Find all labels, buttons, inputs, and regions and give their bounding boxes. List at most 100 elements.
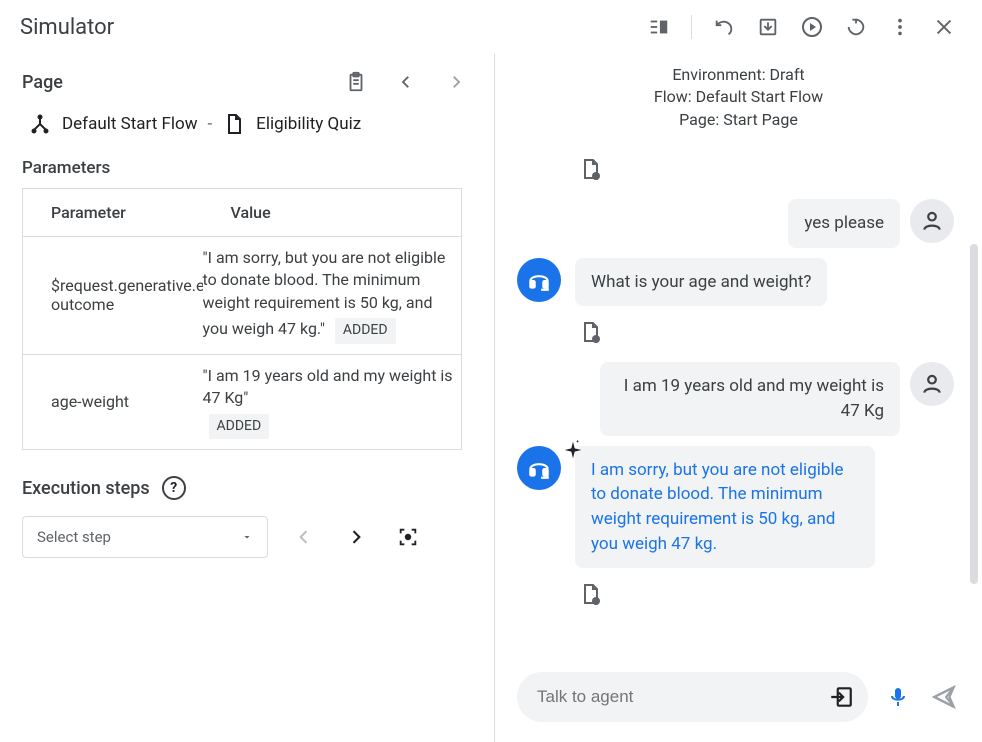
document-info-icon: i — [579, 157, 603, 181]
page-section-title: Page — [22, 72, 63, 93]
more-button[interactable] — [882, 9, 918, 45]
sparkle-icon — [563, 440, 583, 460]
app-title: Simulator — [20, 15, 114, 40]
chevron-right-icon — [447, 73, 465, 91]
send-button[interactable] — [928, 681, 960, 713]
table-row: $request.generative.eligibility outcome … — [23, 237, 462, 355]
app-header: Simulator — [0, 0, 982, 54]
more-vert-icon — [889, 16, 911, 38]
agent-avatar — [517, 258, 561, 302]
user-bubble: I am 19 years old and my weight is 47 Kg — [600, 362, 900, 435]
chat-scrollbar[interactable] — [970, 244, 978, 604]
document-info-icon: i — [579, 320, 603, 344]
response-detail-button[interactable]: i — [575, 316, 607, 348]
toolbar-divider — [691, 15, 692, 39]
agent-message-row: What is your age and weight? — [517, 258, 954, 307]
env-line: Environment: Draft — [495, 64, 982, 86]
agent-bubble-generative: I am sorry, but you are not eligible to … — [575, 446, 875, 569]
dropdown-arrow-icon — [241, 531, 253, 543]
breadcrumb-page: Eligibility Quiz — [256, 114, 361, 134]
panel-icon — [648, 16, 670, 38]
chevron-left-icon — [397, 73, 415, 91]
step-next-button[interactable] — [340, 521, 372, 553]
play-button[interactable] — [794, 9, 830, 45]
added-badge: ADDED — [335, 318, 396, 344]
breadcrumb-flow: Default Start Flow — [62, 114, 197, 134]
flow-icon — [28, 112, 52, 136]
execution-header: Execution steps ? — [22, 476, 472, 500]
user-message-row: I am 19 years old and my weight is 47 Kg — [517, 362, 954, 435]
chat-input-bar — [495, 658, 982, 742]
param-name-cell: $request.generative.eligibility outcome — [23, 237, 203, 355]
refresh-icon — [845, 16, 867, 38]
chat-text-input[interactable] — [537, 687, 828, 707]
select-placeholder: Select step — [37, 528, 111, 546]
execution-title: Execution steps — [22, 478, 150, 499]
response-detail-row: i — [575, 153, 954, 185]
breadcrumb: Default Start Flow - Eligibility Quiz — [22, 112, 472, 136]
user-message-row: yes please — [517, 199, 954, 248]
close-button[interactable] — [926, 9, 962, 45]
added-badge: ADDED — [209, 414, 270, 440]
parameters-title: Parameters — [22, 158, 472, 178]
undo-icon — [713, 16, 735, 38]
response-detail-button[interactable]: i — [575, 578, 607, 610]
agent-avatar-generative — [517, 446, 561, 490]
user-avatar — [910, 199, 954, 243]
person-icon — [919, 208, 945, 234]
panel-toggle-button[interactable] — [641, 9, 677, 45]
focus-button[interactable] — [392, 521, 424, 553]
undo-button[interactable] — [706, 9, 742, 45]
param-value-text: "I am sorry, but you are not eligible to… — [203, 248, 446, 338]
person-icon — [919, 371, 945, 397]
right-panel: Environment: Draft Flow: Default Start F… — [495, 54, 982, 742]
send-icon — [931, 684, 957, 710]
agent-bubble: What is your age and weight? — [575, 258, 827, 307]
value-header: Value — [203, 189, 462, 237]
param-header: Parameter — [23, 189, 203, 237]
user-bubble: yes please — [788, 199, 900, 248]
response-detail-button[interactable]: i — [575, 153, 607, 185]
page-icon — [222, 112, 246, 136]
header-toolbar — [641, 9, 962, 45]
env-line: Flow: Default Start Flow — [495, 86, 982, 108]
response-detail-row: i — [575, 578, 954, 610]
center-focus-icon — [397, 526, 419, 548]
play-icon — [800, 15, 824, 39]
clipboard-icon — [345, 70, 367, 94]
main-content: Page Default Start Flow - Eligibility Qu… — [0, 54, 982, 742]
step-prev-button[interactable] — [288, 521, 320, 553]
exit-to-app-icon[interactable] — [828, 684, 854, 710]
save-button[interactable] — [750, 9, 786, 45]
chevron-left-icon — [294, 527, 314, 547]
chevron-right-icon — [346, 527, 366, 547]
save-icon — [757, 16, 779, 38]
param-value-text: "I am 19 years old and my weight is 47 K… — [203, 366, 453, 407]
left-panel: Page Default Start Flow - Eligibility Qu… — [0, 54, 495, 742]
param-name-cell: age-weight — [23, 354, 203, 449]
scrollbar-thumb[interactable] — [970, 244, 978, 584]
page-next-button[interactable] — [440, 66, 472, 98]
mic-icon — [886, 685, 910, 709]
clipboard-button[interactable] — [340, 66, 372, 98]
environment-info: Environment: Draft Flow: Default Start F… — [495, 54, 982, 137]
parameters-table: Parameter Value $request.generative.elig… — [22, 188, 462, 450]
close-icon — [933, 16, 955, 38]
mic-button[interactable] — [882, 681, 914, 713]
refresh-button[interactable] — [838, 9, 874, 45]
user-avatar — [910, 362, 954, 406]
document-info-icon: i — [579, 582, 603, 606]
agent-message-row: I am sorry, but you are not eligible to … — [517, 446, 954, 569]
page-prev-button[interactable] — [390, 66, 422, 98]
param-value-cell: "I am 19 years old and my weight is 47 K… — [203, 354, 462, 449]
param-value-cell: "I am sorry, but you are not eligible to… — [203, 237, 462, 355]
help-icon[interactable]: ? — [162, 476, 186, 500]
env-line: Page: Start Page — [495, 109, 982, 131]
chat-area: i yes please What is your age and weight… — [495, 137, 982, 658]
table-row: age-weight "I am 19 years old and my wei… — [23, 354, 462, 449]
page-section-header: Page — [22, 66, 472, 98]
chat-input-field[interactable] — [517, 672, 868, 722]
response-detail-row: i — [575, 316, 954, 348]
select-step-dropdown[interactable]: Select step — [22, 516, 268, 558]
headset-icon — [526, 267, 552, 293]
